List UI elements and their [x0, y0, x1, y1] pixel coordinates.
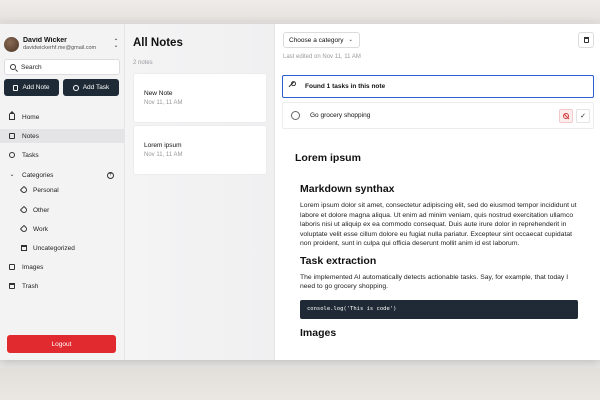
- notes-list-panel: All Notes 2 notes New Note Nov 11, 11 AM…: [125, 24, 275, 360]
- code-block: console.log('This is code'): [300, 299, 578, 319]
- sidebar: David Wicker davidwickerhf.me@gmail.com …: [0, 24, 125, 360]
- backdrop-top: [0, 0, 600, 22]
- chevron-up-down-icon[interactable]: ⌃ ⌄: [112, 39, 120, 49]
- tag-icon: [19, 205, 29, 215]
- avatar: [4, 36, 19, 52]
- task-radio[interactable]: [291, 111, 300, 120]
- box-icon: [21, 245, 27, 251]
- last-edited: Last edited on Nov 11, 11 AM: [283, 54, 361, 60]
- sidebar-item-label: Uncategorized: [33, 244, 75, 252]
- paragraph: The implemented AI automatically detects…: [300, 273, 569, 291]
- category-select-value: Choose a category: [289, 36, 344, 44]
- note-card[interactable]: Lorem ipsum Nov 11, 11 AM: [133, 125, 267, 175]
- logout-button[interactable]: Logout: [7, 335, 116, 353]
- sidebar-item-label: Work: [33, 225, 49, 233]
- chevron-down-icon: ⌄: [348, 37, 353, 43]
- trash-icon: [9, 283, 15, 289]
- check-circle-icon: [72, 84, 79, 91]
- search-input[interactable]: [21, 63, 111, 71]
- note-title: New Note: [144, 90, 173, 97]
- sidebar-item-label: Personal: [33, 186, 59, 194]
- tag-icon: [19, 224, 29, 234]
- note-editor: Choose a category ⌄ Last edited on Nov 1…: [275, 24, 600, 360]
- backdrop-bottom: [0, 368, 600, 400]
- note-date: Nov 11, 11 AM: [144, 100, 183, 106]
- sidebar-item-label: Trash: [22, 282, 39, 290]
- notes-count: 2 notes: [133, 60, 153, 66]
- sidebar-item-category-uncategorized[interactable]: Uncategorized: [0, 241, 125, 255]
- add-task-button[interactable]: Add Task: [63, 79, 119, 96]
- user-email: davidwickerhf.me@gmail.com: [23, 45, 97, 51]
- search-icon: [10, 64, 16, 70]
- sidebar-item-label: Categories: [22, 171, 54, 179]
- sidebar-item-label: Images: [22, 263, 44, 271]
- sidebar-item-category-personal[interactable]: Personal: [0, 183, 125, 197]
- note-card[interactable]: New Note Nov 11, 11 AM: [133, 73, 267, 123]
- app-window: David Wicker davidwickerhf.me@gmail.com …: [0, 24, 600, 360]
- user-name: David Wicker: [23, 37, 67, 44]
- check-icon: ✓: [580, 113, 586, 120]
- sidebar-item-category-work[interactable]: Work: [0, 222, 125, 236]
- note-title: Lorem ipsum: [144, 142, 182, 149]
- section-heading: Images: [300, 326, 337, 339]
- note-heading: Lorem ipsum: [295, 152, 361, 164]
- task-item: Go grocery shopping ✓: [282, 102, 594, 129]
- add-task-label: Add Task: [82, 84, 110, 91]
- chevron-down-icon: ⌄: [9, 172, 15, 178]
- image-icon: [9, 264, 15, 270]
- reject-task-button[interactable]: [559, 109, 573, 123]
- note-date: Nov 11, 11 AM: [144, 152, 183, 158]
- note-content[interactable]: Lorem ipsum Markdown synthax Lorem ipsum…: [295, 152, 580, 339]
- sidebar-item-images[interactable]: Images: [0, 260, 125, 274]
- sidebar-item-trash[interactable]: Trash: [0, 279, 125, 293]
- sidebar-item-label: Other: [33, 206, 50, 214]
- user-profile[interactable]: David Wicker davidwickerhf.me@gmail.com …: [4, 33, 120, 55]
- home-icon: [9, 111, 15, 120]
- section-heading: Task extraction: [300, 254, 377, 267]
- trash-icon: [583, 37, 589, 43]
- page-title: All Notes: [133, 37, 183, 49]
- sidebar-item-label: Home: [22, 113, 40, 121]
- add-note-label: Add Note: [22, 84, 50, 91]
- task-extraction-panel[interactable]: Found 1 tasks in this note: [282, 75, 594, 98]
- sidebar-item-label: Notes: [22, 132, 39, 140]
- check-circle-icon: [9, 152, 15, 158]
- sidebar-item-tasks[interactable]: Tasks: [0, 148, 125, 162]
- wand-icon: [288, 81, 299, 92]
- search-box[interactable]: [4, 59, 120, 75]
- add-note-button[interactable]: Add Note: [4, 79, 59, 96]
- sidebar-item-label: Tasks: [22, 151, 39, 159]
- note-icon: [13, 84, 19, 91]
- profile-text: David Wicker davidwickerhf.me@gmail.com: [23, 37, 112, 51]
- delete-note-button[interactable]: [578, 32, 594, 48]
- sidebar-item-notes[interactable]: Notes: [0, 129, 125, 143]
- accept-task-button[interactable]: ✓: [576, 109, 590, 123]
- category-select[interactable]: Choose a category ⌄: [283, 32, 360, 48]
- note-icon: [9, 133, 15, 139]
- ban-icon: [563, 113, 569, 119]
- task-text: Go grocery shopping: [310, 112, 371, 119]
- tag-icon: [19, 185, 29, 195]
- plus-circle-icon[interactable]: +: [107, 172, 114, 179]
- paragraph: Lorem ipsum dolor sit amet, consectetur …: [300, 202, 577, 247]
- section-heading: Markdown synthax: [300, 183, 395, 195]
- sidebar-item-home[interactable]: Home: [0, 110, 125, 124]
- task-panel-title: Found 1 tasks in this note: [305, 83, 386, 90]
- sidebar-item-category-other[interactable]: Other: [0, 203, 125, 217]
